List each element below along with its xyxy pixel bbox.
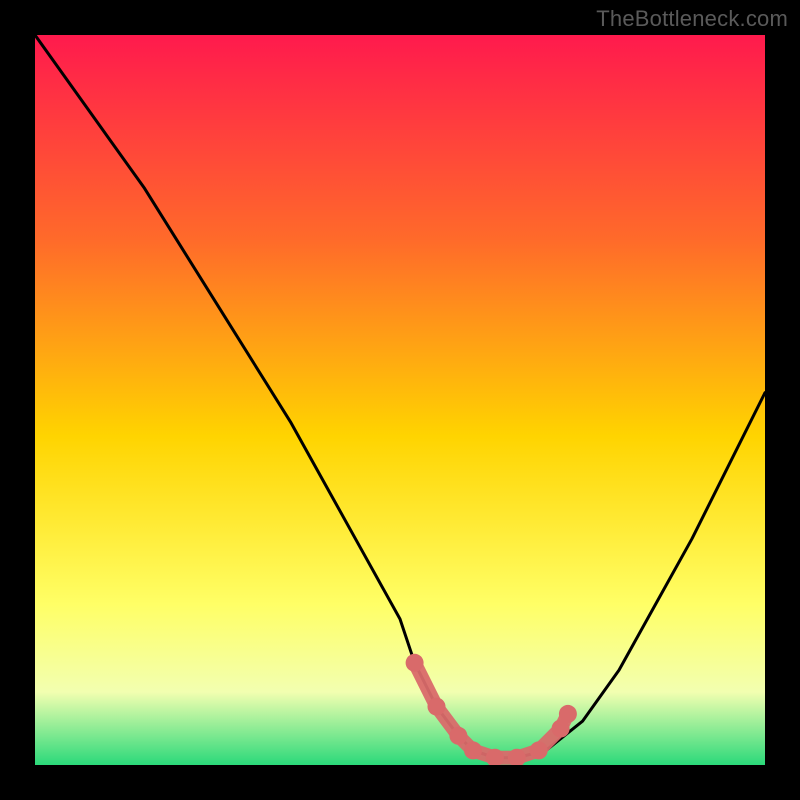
highlight-dot — [406, 654, 424, 672]
chart-frame: TheBottleneck.com — [0, 0, 800, 800]
highlight-dot — [428, 698, 446, 716]
highlight-dot — [559, 705, 577, 723]
bottleneck-chart — [35, 35, 765, 765]
highlight-dot — [449, 727, 467, 745]
highlight-dot — [464, 741, 482, 759]
highlight-dot — [530, 741, 548, 759]
watermark-text: TheBottleneck.com — [596, 6, 788, 32]
plot-area — [35, 35, 765, 765]
gradient-background — [35, 35, 765, 765]
